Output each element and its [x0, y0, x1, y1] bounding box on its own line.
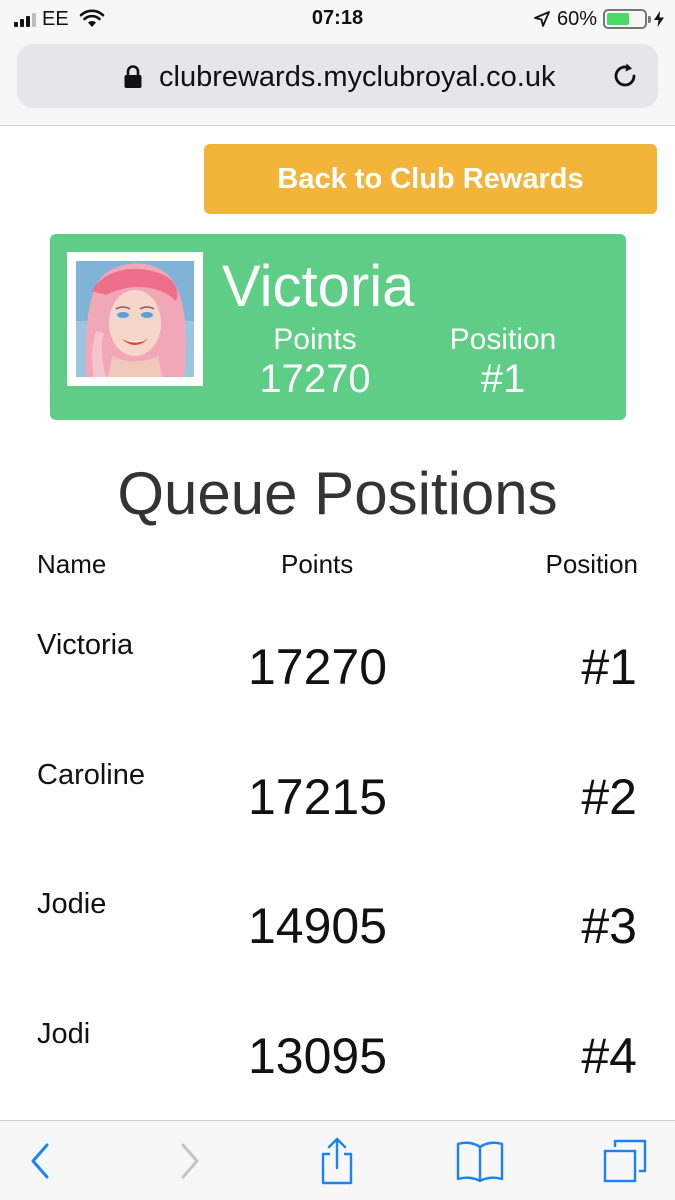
- reload-icon[interactable]: [610, 61, 640, 91]
- address-bar[interactable]: clubrewards.myclubroyal.co.uk: [17, 44, 658, 108]
- row-name: Jodi: [37, 1018, 91, 1050]
- row-name: Caroline: [37, 759, 145, 791]
- battery-fill: [607, 13, 629, 25]
- battery-icon: [603, 9, 651, 29]
- avatar: [76, 261, 194, 377]
- battery-nub: [648, 16, 651, 23]
- lock-icon: [124, 65, 142, 88]
- row-name: Victoria: [37, 629, 134, 661]
- page: EE 07:18 60% clubrewards.myclubroyal.co.…: [0, 0, 675, 1200]
- share-button[interactable]: [309, 1135, 365, 1187]
- back-button[interactable]: [12, 1135, 68, 1187]
- position-value: #1: [480, 357, 526, 401]
- queue-row: Jodie 14905 #3: [0, 887, 675, 997]
- url-text[interactable]: clubrewards.myclubroyal.co.uk: [159, 61, 555, 94]
- points-label: Points: [273, 323, 357, 356]
- queue-row: Victoria 17270 #1: [0, 628, 675, 738]
- row-position: #2: [581, 769, 637, 825]
- avatar-image: [76, 261, 194, 377]
- status-right: 60%: [533, 7, 665, 31]
- browser-top-bar: clubrewards.myclubroyal.co.uk: [0, 38, 675, 126]
- queue-row: Jodi 13095 #4: [0, 1017, 675, 1127]
- forward-button[interactable]: [162, 1135, 218, 1187]
- row-points: 17215: [248, 769, 388, 825]
- row-position: #3: [581, 898, 637, 954]
- row-position: #1: [581, 639, 637, 695]
- browser-toolbar: [0, 1120, 675, 1200]
- share-icon: [321, 1137, 353, 1185]
- back-to-club-rewards-button[interactable]: Back to Club Rewards: [204, 144, 657, 214]
- back-arrow-icon: [31, 1143, 49, 1179]
- column-header-name: Name: [37, 549, 107, 579]
- charging-bolt-icon: [654, 11, 664, 27]
- row-points: 17270: [248, 639, 388, 695]
- status-bar: EE 07:18 60%: [0, 0, 675, 38]
- queue-row: Caroline 17215 #2: [0, 758, 675, 868]
- row-points: 14905: [248, 898, 388, 954]
- row-name: Jodie: [37, 888, 107, 920]
- bookmarks-icon: [456, 1141, 504, 1183]
- row-position: #4: [581, 1028, 637, 1084]
- tabs-icon: [603, 1139, 647, 1183]
- avatar-frame: [67, 252, 203, 386]
- points-value: 17270: [259, 357, 371, 401]
- tabs-button[interactable]: [597, 1135, 653, 1187]
- column-header-position: Position: [545, 549, 639, 579]
- battery-percent: 60%: [556, 7, 597, 30]
- location-arrow-icon: [534, 11, 550, 27]
- profile-name: Victoria: [222, 254, 415, 319]
- profile-card: Victoria Points 17270 Position #1: [50, 234, 626, 420]
- position-label: Position: [449, 323, 557, 356]
- queue-positions-title: Queue Positions: [117, 460, 558, 527]
- column-header-points: Points: [281, 549, 354, 579]
- row-points: 13095: [248, 1028, 388, 1084]
- bookmarks-button[interactable]: [452, 1135, 508, 1187]
- forward-arrow-icon: [181, 1143, 199, 1179]
